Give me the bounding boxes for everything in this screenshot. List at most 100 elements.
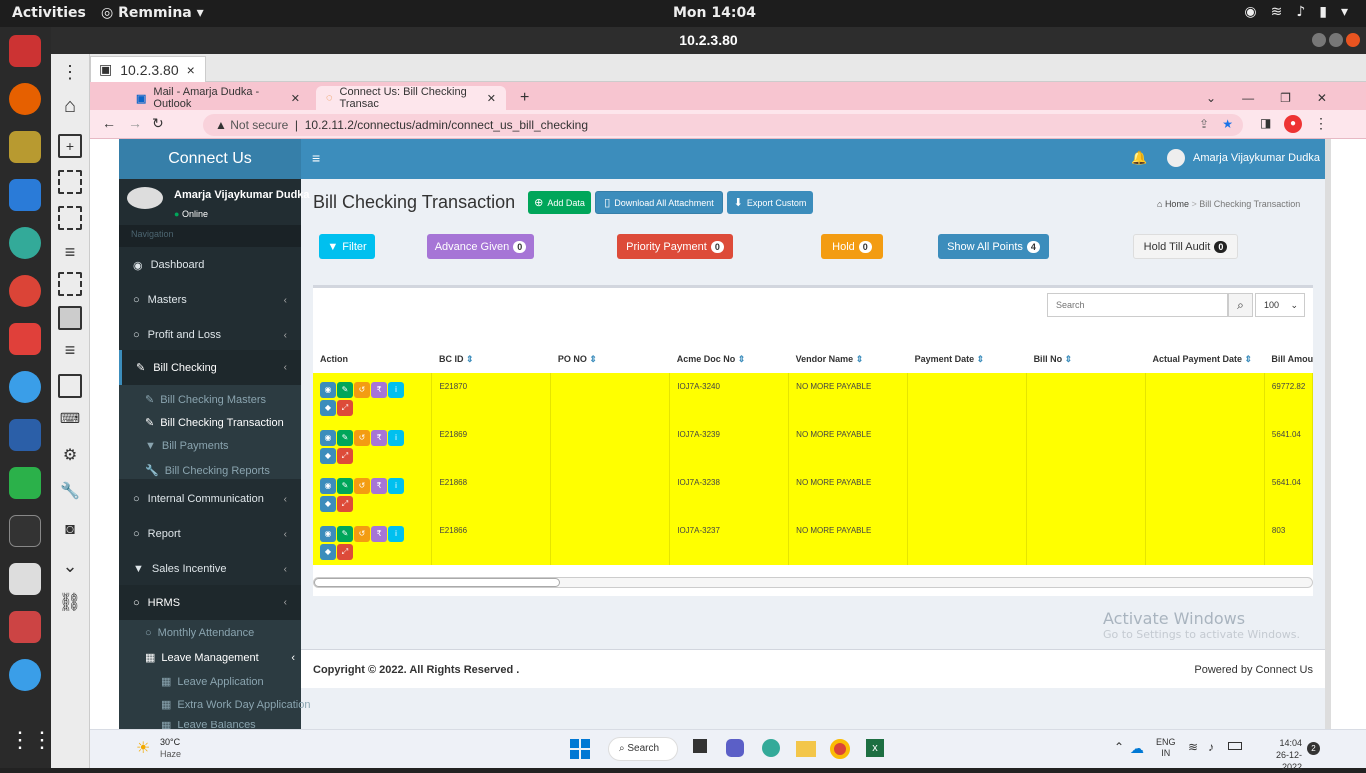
weather-temp[interactable]: 30°C	[160, 737, 180, 747]
col-actual-payment-date[interactable]: Actual Payment Date ⇕	[1145, 345, 1264, 373]
nav-report[interactable]: ○ Report ‹	[119, 524, 301, 544]
col-acme-doc-no[interactable]: Acme Doc No ⇕	[670, 345, 789, 373]
star-icon[interactable]: ★	[1222, 117, 1233, 131]
history-icon[interactable]: ↺	[354, 526, 370, 542]
weather-condition[interactable]: Haze	[160, 749, 181, 759]
omnibox[interactable]: ▲ Not secure | 10.2.11.2/connectus/admin…	[203, 114, 1243, 136]
battery-icon[interactable]	[1228, 742, 1242, 750]
rupee-icon[interactable]: ₹	[371, 526, 387, 542]
task-view-icon[interactable]	[693, 739, 707, 753]
col-vendor-name[interactable]: Vendor Name ⇕	[789, 345, 908, 373]
page-size-select[interactable]: 100 ⌄	[1255, 293, 1305, 317]
fullscreen-icon[interactable]	[58, 206, 82, 230]
info-icon[interactable]: i	[388, 430, 404, 446]
nav-bill-checking-masters[interactable]: ✎ Bill Checking Masters	[145, 393, 266, 407]
users-icon[interactable]: ◆	[320, 544, 336, 560]
scale-icon[interactable]	[58, 272, 82, 296]
chevron-up-icon[interactable]: ⌃	[1114, 740, 1124, 754]
rupee-icon[interactable]: ₹	[371, 382, 387, 398]
menu-icon[interactable]: ⋮	[58, 62, 82, 86]
nav-profit-loss[interactable]: ○ Profit and Loss ‹	[119, 325, 301, 345]
new-tab-button[interactable]: +	[510, 86, 539, 110]
sidepanel-icon[interactable]: ◨	[1260, 116, 1271, 130]
download-all-button[interactable]: ▯ Download All Attachment	[595, 191, 723, 214]
nav-sales-incentive[interactable]: ▼ Sales Incentive ‹	[119, 559, 301, 579]
expand-icon[interactable]: ⤢	[337, 400, 353, 416]
nav-bill-checking[interactable]: ✎ Bill Checking ‹	[119, 350, 301, 385]
activities-button[interactable]: Activities	[12, 5, 86, 21]
gear-icon[interactable]: ⚙	[58, 446, 82, 470]
nav-dashboard[interactable]: ◉ Dashboard	[119, 255, 301, 275]
edit-icon[interactable]: ✎	[337, 382, 353, 398]
anydesk-icon[interactable]	[9, 323, 41, 355]
files-icon[interactable]	[9, 35, 41, 67]
rhythmbox-icon[interactable]	[9, 131, 41, 163]
nav-internal-communication[interactable]: ○ Internal Communication ‹	[119, 489, 301, 509]
onedrive-icon[interactable]: ☁	[1130, 740, 1144, 757]
col-po-no[interactable]: PO NO ⇕	[551, 345, 670, 373]
taskbar-search[interactable]: ⌕ Search	[608, 737, 678, 761]
rupee-icon[interactable]: ₹	[371, 430, 387, 446]
remmina-icon[interactable]	[9, 227, 41, 259]
add-data-button[interactable]: ⊕ Add Data	[528, 191, 591, 214]
windows-start-icon[interactable]	[570, 739, 590, 759]
nav-leave-management[interactable]: ▦ Leave Management ‹	[145, 651, 295, 665]
keyboard-icon[interactable]: ⌨	[58, 408, 82, 432]
switch-tab-icon[interactable]	[58, 374, 82, 398]
header-user-name[interactable]: Amarja Vijaykumar Dudka	[1193, 152, 1320, 164]
history-icon[interactable]: ↺	[354, 430, 370, 446]
view-icon[interactable]: ◉	[320, 382, 336, 398]
view-icon[interactable]: ◉	[320, 478, 336, 494]
hamburger-icon[interactable]: ≡	[312, 150, 320, 166]
nav-hrms[interactable]: ○ HRMS ‹	[119, 585, 301, 620]
filter-button[interactable]: ▼ Filter	[319, 234, 375, 259]
users-icon[interactable]: ◆	[320, 448, 336, 464]
edit-icon[interactable]: ✎	[337, 430, 353, 446]
tab-connect-us[interactable]: ◌ Connect Us: Bill Checking Transac ✕	[316, 86, 506, 110]
users-icon[interactable]: ◆	[320, 400, 336, 416]
bell-icon[interactable]: 🔔	[1131, 150, 1147, 166]
menu-lines-icon[interactable]: ≡	[58, 340, 82, 364]
phone-icon[interactable]	[9, 371, 41, 403]
menu-lines-icon[interactable]: ≡	[58, 242, 82, 266]
dynamic-resolution-icon[interactable]	[58, 306, 82, 330]
close-button[interactable]	[1346, 33, 1360, 47]
disconnect-icon[interactable]: ⛓	[58, 592, 82, 616]
minimize-button[interactable]	[1312, 33, 1326, 47]
search-icon[interactable]: ⌕	[1228, 293, 1253, 317]
expand-icon[interactable]: ⤢	[337, 544, 353, 560]
close-icon[interactable]: ×	[187, 62, 195, 78]
minimize-button[interactable]: —	[1242, 91, 1254, 105]
apps-grid-icon[interactable]: ⋮⋮	[9, 727, 53, 759]
hold-button[interactable]: Hold 0	[821, 234, 883, 259]
wifi-icon[interactable]: ≋	[1188, 740, 1198, 754]
close-icon[interactable]: ✕	[291, 92, 300, 105]
chevron-down-icon[interactable]: ⌄	[1206, 91, 1216, 105]
breadcrumb-home[interactable]: Home	[1165, 199, 1189, 209]
nav-masters[interactable]: ○ Masters ‹	[119, 290, 301, 310]
forward-icon[interactable]: →	[128, 115, 142, 131]
nav-monthly-attendance[interactable]: ○ Monthly Attendance	[145, 627, 254, 639]
back-icon[interactable]: ←	[102, 115, 116, 131]
network-tool-icon[interactable]	[9, 419, 41, 451]
info-icon[interactable]: i	[388, 478, 404, 494]
close-button[interactable]: ✕	[1317, 91, 1327, 105]
network-app-icon[interactable]	[762, 739, 780, 757]
share-icon[interactable]: ⇪	[1199, 117, 1209, 131]
col-bill-no[interactable]: Bill No ⇕	[1027, 345, 1146, 373]
edit-icon[interactable]: ✎	[337, 478, 353, 494]
search-input[interactable]	[1047, 293, 1228, 317]
avatar[interactable]	[1167, 149, 1185, 167]
duplicate-icon[interactable]: +	[58, 134, 82, 158]
show-all-points-button[interactable]: Show All Points 4	[938, 234, 1049, 259]
more-icon[interactable]: ⋮	[1314, 115, 1328, 132]
profile-icon[interactable]: ●	[1284, 115, 1302, 133]
camera-icon[interactable]: ◙	[58, 520, 82, 544]
writer-icon[interactable]	[9, 179, 41, 211]
remmina-tab[interactable]: ▣ 10.2.3.80 ×	[90, 56, 206, 82]
file-explorer-icon[interactable]	[796, 741, 816, 757]
chrome-icon[interactable]	[9, 275, 41, 307]
tab-outlook[interactable]: ▣ Mail - Amarja Dudka - Outlook ✕	[126, 86, 310, 110]
rupee-icon[interactable]: ₹	[371, 478, 387, 494]
view-icon[interactable]: ◉	[320, 526, 336, 542]
